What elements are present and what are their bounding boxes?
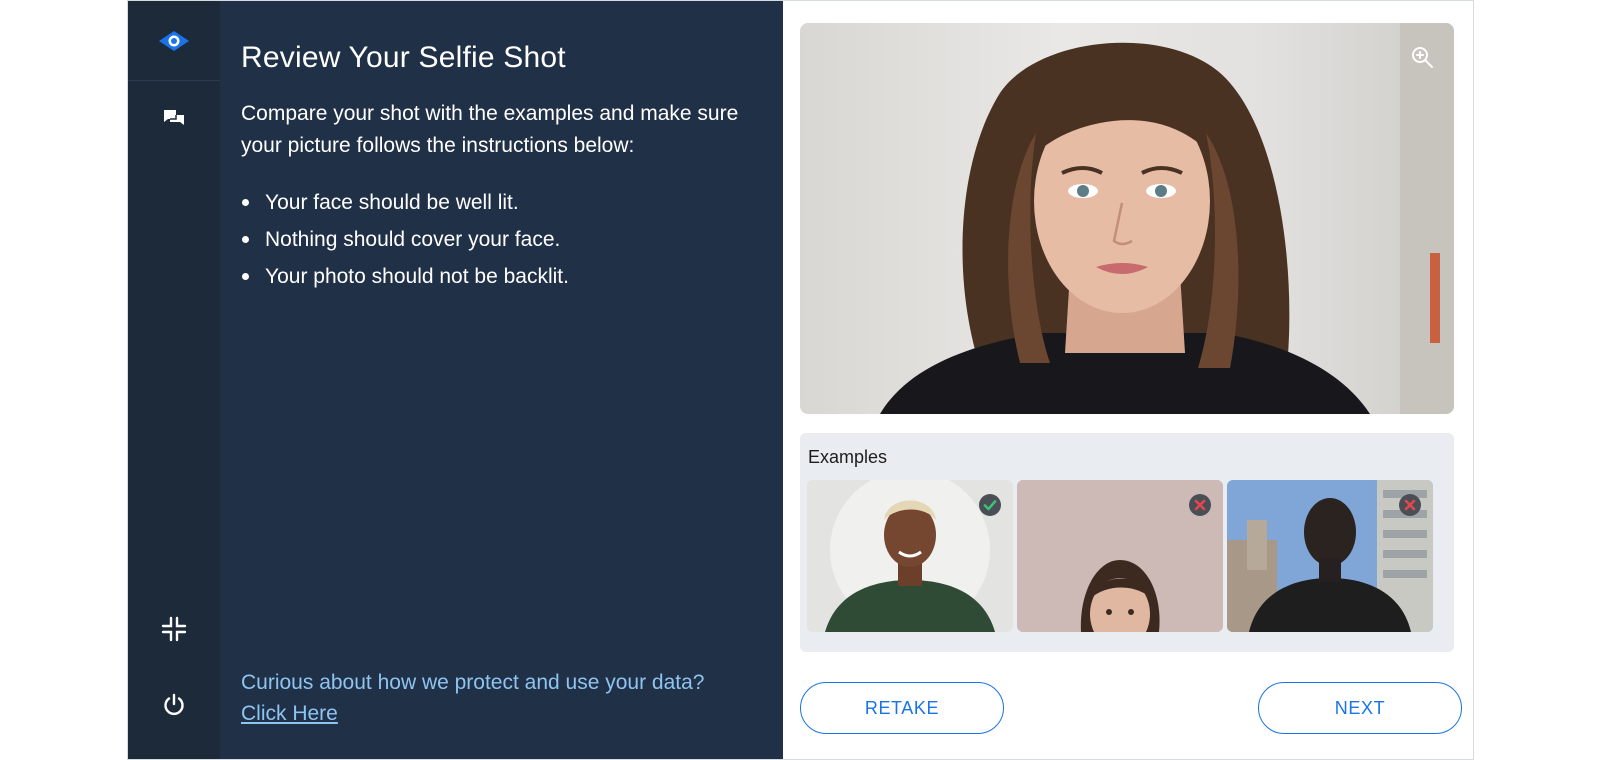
example-bad-cropped <box>1017 480 1223 632</box>
zoom-button[interactable] <box>1408 43 1436 71</box>
instructions-intro: Compare your shot with the examples and … <box>241 102 739 157</box>
instruction-item: Your face should be well lit. <box>241 184 569 221</box>
app-frame: Review Your Selfie Shot Compare your sho… <box>127 0 1474 760</box>
power-button[interactable] <box>128 681 220 729</box>
retake-button[interactable]: RETAKE <box>800 682 1004 734</box>
instruction-item: Nothing should cover your face. <box>241 221 569 258</box>
check-icon <box>983 500 997 511</box>
examples-label: Examples <box>808 447 888 467</box>
check-badge <box>979 494 1001 516</box>
instructions-list: Your face should be well lit. Nothing sh… <box>241 184 569 295</box>
privacy-text: Curious about how we protect and use you… <box>241 671 705 694</box>
privacy-link[interactable]: Click Here <box>241 698 338 729</box>
icon-rail <box>128 1 220 759</box>
rail-logo <box>128 1 220 81</box>
x-icon <box>1404 499 1416 511</box>
chat-icon <box>164 110 184 125</box>
examples-panel: Examples <box>800 433 1454 652</box>
selfie-image <box>880 23 1454 414</box>
zoom-in-icon <box>1412 47 1433 68</box>
example-bad-backlit <box>1227 480 1433 632</box>
chat-button[interactable] <box>128 95 220 143</box>
power-icon <box>164 693 184 716</box>
x-icon <box>1194 499 1206 511</box>
page-title: Review Your Selfie Shot <box>241 41 566 74</box>
x-badge <box>1189 494 1211 516</box>
instruction-item: Your photo should not be backlit. <box>241 258 569 295</box>
eye-logo-icon <box>159 30 189 51</box>
example-good <box>807 480 1013 632</box>
instructions-panel: Review Your Selfie Shot Compare your sho… <box>220 1 783 759</box>
privacy-notice: Curious about how we protect and use you… <box>241 667 704 729</box>
minimize-button[interactable] <box>128 605 220 653</box>
x-badge <box>1399 494 1421 516</box>
next-button[interactable]: NEXT <box>1258 682 1462 734</box>
minimize-icon <box>161 616 187 642</box>
selfie-preview <box>800 23 1454 414</box>
